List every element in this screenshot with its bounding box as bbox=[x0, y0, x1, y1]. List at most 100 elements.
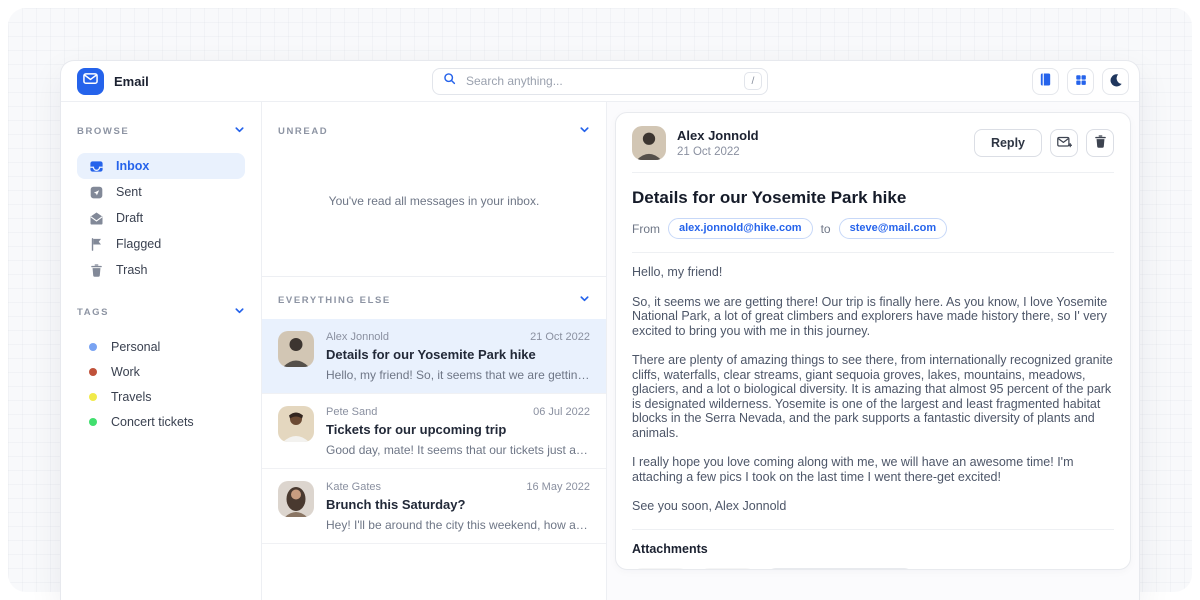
sidebar-item-label: Draft bbox=[116, 211, 143, 225]
email-subject: Details for our Yosemite Park hike bbox=[326, 347, 590, 362]
reply-button[interactable]: Reply bbox=[974, 129, 1042, 157]
detail-actions: Reply bbox=[974, 129, 1114, 157]
delete-button[interactable] bbox=[1086, 129, 1114, 157]
sidebar-item-trash[interactable]: Trash bbox=[77, 257, 245, 283]
sidebar-item-inbox[interactable]: Inbox bbox=[77, 153, 245, 179]
tags-section-header: TAGS bbox=[77, 303, 245, 321]
tags-section: TAGS Personal Work bbox=[77, 303, 245, 434]
tags-title: TAGS bbox=[77, 307, 109, 318]
tag-item-work[interactable]: Work bbox=[77, 359, 245, 384]
avatar bbox=[278, 406, 314, 442]
flag-icon bbox=[89, 237, 104, 252]
chevron-down-icon[interactable] bbox=[579, 291, 590, 309]
body-paragraph: So, it seems we are getting there! Our t… bbox=[632, 295, 1114, 339]
detail-sender: Alex Jonnold bbox=[677, 128, 759, 143]
tags-nav: Personal Work Travels Concert ticke bbox=[77, 334, 245, 434]
attachment-file-card[interactable]: videos-hike.zip 100 MB bbox=[766, 568, 914, 571]
email-date: 21 Oct 2022 bbox=[530, 331, 590, 343]
tag-item-concert-tickets[interactable]: Concert tickets bbox=[77, 409, 245, 434]
tag-color-dot bbox=[89, 368, 97, 376]
unread-title: UNREAD bbox=[278, 126, 328, 137]
body-paragraph: Hello, my friend! bbox=[632, 265, 1114, 280]
detail-date: 21 Oct 2022 bbox=[677, 146, 759, 158]
grid-button[interactable] bbox=[1067, 68, 1094, 95]
detail-column: Alex Jonnold 21 Oct 2022 Reply bbox=[607, 102, 1139, 600]
email-app-window: Email / bbox=[60, 60, 1140, 600]
from-label: From bbox=[632, 222, 660, 236]
detail-header: Alex Jonnold 21 Oct 2022 Reply bbox=[632, 113, 1114, 173]
chevron-down-icon[interactable] bbox=[579, 122, 590, 140]
email-date: 16 May 2022 bbox=[526, 481, 590, 493]
unread-section-header: UNREAD bbox=[278, 122, 590, 140]
email-preview: Hey! I'll be around the city this weeken… bbox=[326, 518, 590, 532]
detail-subject: Details for our Yosemite Park hike bbox=[632, 188, 1114, 208]
sidebar-item-label: Flagged bbox=[116, 237, 161, 251]
page-background: Email / bbox=[8, 8, 1192, 592]
search-bar[interactable]: / bbox=[432, 68, 768, 95]
email-detail-card: Alex Jonnold 21 Oct 2022 Reply bbox=[615, 112, 1131, 570]
to-email-chip[interactable]: steve@mail.com bbox=[839, 218, 948, 239]
sidebar-item-label: Trash bbox=[116, 263, 148, 277]
from-to-row: From alex.jonnold@hike.com to steve@mail… bbox=[632, 218, 1114, 253]
detail-sender-block: Alex Jonnold 21 Oct 2022 bbox=[677, 128, 759, 158]
dark-mode-button[interactable] bbox=[1102, 68, 1129, 95]
email-summary: Kate Gates 16 May 2022 Brunch this Satur… bbox=[326, 481, 590, 532]
sent-icon bbox=[89, 185, 104, 200]
email-date: 06 Jul 2022 bbox=[533, 406, 590, 418]
tag-color-dot bbox=[89, 393, 97, 401]
trash-icon bbox=[89, 263, 104, 278]
sidebar-item-label: Sent bbox=[116, 185, 142, 199]
from-email-chip[interactable]: alex.jonnold@hike.com bbox=[668, 218, 813, 239]
tag-item-personal[interactable]: Personal bbox=[77, 334, 245, 359]
tag-label: Travels bbox=[111, 390, 152, 404]
forward-button[interactable] bbox=[1050, 129, 1078, 157]
email-list-item[interactable]: Alex Jonnold 21 Oct 2022 Details for our… bbox=[262, 319, 606, 394]
search-input[interactable] bbox=[464, 73, 736, 89]
unread-section: UNREAD You've read all messages in your … bbox=[262, 102, 606, 277]
email-list-item[interactable]: Kate Gates 16 May 2022 Brunch this Satur… bbox=[262, 469, 606, 544]
email-subject: Brunch this Saturday? bbox=[326, 497, 590, 512]
email-sender: Kate Gates bbox=[326, 481, 381, 493]
browse-nav: Inbox Sent Draft bbox=[77, 153, 245, 283]
search-icon bbox=[443, 72, 456, 90]
email-list-item[interactable]: Pete Sand 06 Jul 2022 Tickets for our up… bbox=[262, 394, 606, 469]
tag-label: Work bbox=[111, 365, 140, 379]
main-area: BROWSE Inbox bbox=[61, 102, 1139, 600]
tag-item-travels[interactable]: Travels bbox=[77, 384, 245, 409]
to-label: to bbox=[821, 222, 831, 236]
email-sender: Alex Jonnold bbox=[326, 331, 389, 343]
sidebar-item-sent[interactable]: Sent bbox=[77, 179, 245, 205]
sidebar-item-draft[interactable]: Draft bbox=[77, 205, 245, 231]
everything-else-title: EVERYTHING ELSE bbox=[278, 295, 391, 306]
body-paragraph: There are plenty of amazing things to se… bbox=[632, 353, 1114, 440]
trash-icon bbox=[1093, 134, 1108, 152]
app-title: Email bbox=[114, 74, 149, 89]
mail-list-column: UNREAD You've read all messages in your … bbox=[262, 102, 607, 600]
book-button[interactable] bbox=[1032, 68, 1059, 95]
unread-empty-message: You've read all messages in your inbox. bbox=[278, 140, 590, 276]
email-summary: Alex Jonnold 21 Oct 2022 Details for our… bbox=[326, 331, 590, 382]
body-paragraph: I really hope you love coming along with… bbox=[632, 455, 1114, 484]
envelope-compose-icon bbox=[1056, 134, 1072, 153]
envelope-icon bbox=[83, 71, 98, 91]
file-icon-box bbox=[767, 569, 824, 571]
chevron-down-icon[interactable] bbox=[234, 303, 245, 321]
avatar bbox=[278, 331, 314, 367]
browse-title: BROWSE bbox=[77, 126, 129, 137]
avatar bbox=[632, 126, 666, 160]
tag-label: Concert tickets bbox=[111, 415, 194, 429]
tag-label: Personal bbox=[111, 340, 160, 354]
everything-else-header: EVERYTHING ELSE bbox=[262, 277, 606, 319]
attachment-photo-half-dome[interactable] bbox=[699, 568, 756, 571]
email-summary: Pete Sand 06 Jul 2022 Tickets for our up… bbox=[326, 406, 590, 457]
chevron-down-icon[interactable] bbox=[234, 122, 245, 140]
email-sender: Pete Sand bbox=[326, 406, 377, 418]
grid-icon bbox=[1074, 73, 1088, 90]
topbar: Email / bbox=[61, 61, 1139, 102]
email-preview: Hello, my friend! So, it seems that we a… bbox=[326, 368, 590, 382]
file-info: videos-hike.zip 100 MB bbox=[824, 569, 913, 571]
search-shortcut-badge: / bbox=[744, 72, 762, 90]
app-logo bbox=[77, 68, 104, 95]
attachment-photo-yosemite-valley[interactable] bbox=[632, 568, 689, 571]
sidebar-item-flagged[interactable]: Flagged bbox=[77, 231, 245, 257]
